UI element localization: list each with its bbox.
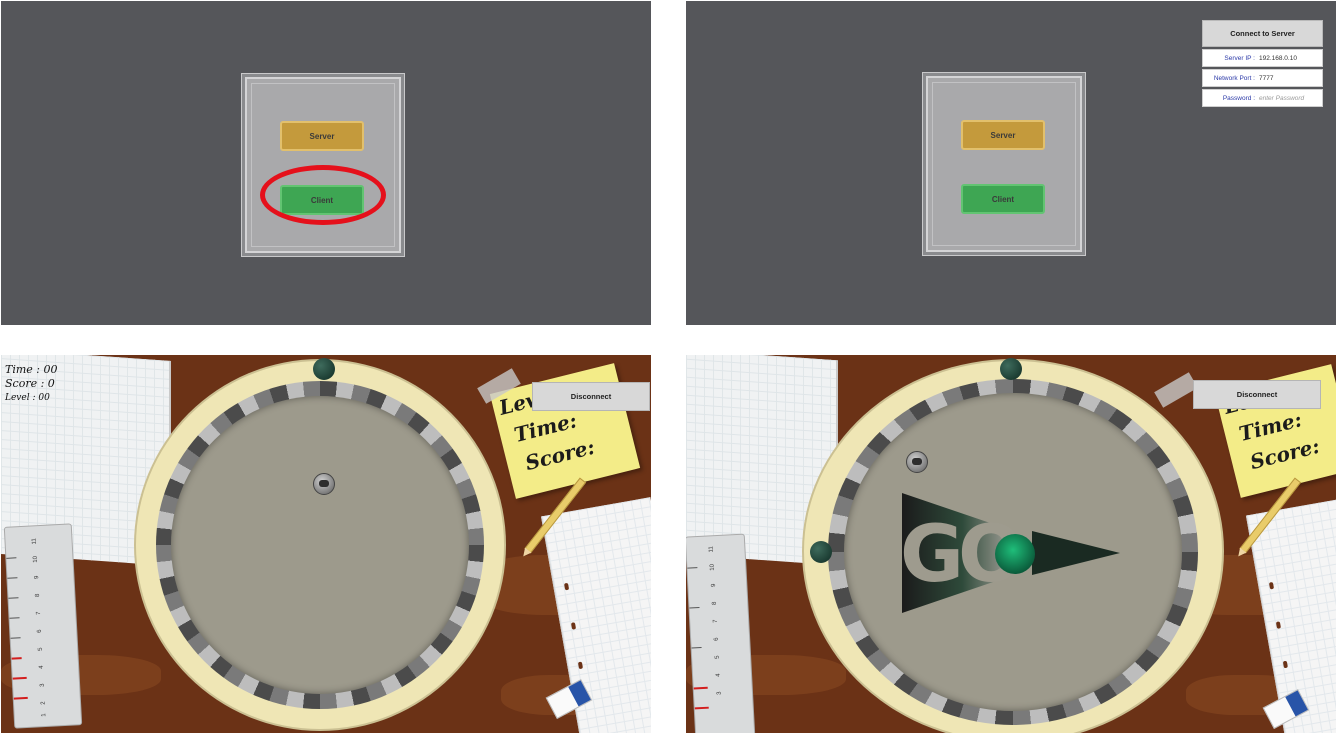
network-port-label: Network Port : <box>1213 74 1255 82</box>
hud: Time : 00 Score : 0 Level : 00 <box>5 363 58 405</box>
panel-main-menu: Server Client <box>1 1 651 325</box>
ruler-number: 10 <box>709 563 716 571</box>
ruler-number: 9 <box>34 575 41 580</box>
ruler-number: 8 <box>34 593 42 598</box>
ruler-number: 3 <box>39 683 46 687</box>
ruler-number: 2 <box>40 701 47 705</box>
hud-level: Level : 00 <box>5 393 50 403</box>
server-ip-row: Server IP : 192.168.0.10 <box>1202 49 1323 67</box>
ruler-number: 3 <box>716 691 723 695</box>
opponent-ball[interactable] <box>810 541 832 563</box>
board-inner-surface <box>171 396 469 694</box>
ruler: 11 10 9 8 7 6 5 4 3 <box>686 533 756 733</box>
player-ball[interactable] <box>1000 358 1022 380</box>
ruler-number: 10 <box>32 555 40 563</box>
ruler-number: 7 <box>712 619 719 624</box>
ruler-number: 6 <box>36 629 44 633</box>
server-button[interactable]: Server <box>961 120 1045 150</box>
server-ip-label: Server IP : <box>1224 54 1255 62</box>
player-ball[interactable] <box>313 358 335 380</box>
client-highlight-ring <box>260 165 386 225</box>
hud-time: Time : 00 <box>5 363 58 376</box>
ruler-number: 11 <box>31 538 38 545</box>
game-token[interactable] <box>906 451 928 473</box>
ruler-number: 6 <box>713 637 720 641</box>
ruler-number: 5 <box>714 655 721 659</box>
password-row: Password : enter Password <box>1202 89 1323 107</box>
ruler-number: 8 <box>711 601 719 606</box>
connect-to-server-button[interactable]: Connect to Server <box>1202 20 1323 47</box>
center-token[interactable] <box>313 473 335 495</box>
ruler-number: 9 <box>710 583 718 588</box>
ruler: 11 10 9 8 7 6 5 4 3 2 1 <box>3 523 83 729</box>
server-button[interactable]: Server <box>280 121 364 151</box>
ruler-number: 4 <box>715 673 722 677</box>
password-input[interactable]: enter Password <box>1259 95 1304 102</box>
connect-form: Connect to Server Server IP : 192.168.0.… <box>1202 20 1323 107</box>
menu-card: Server Client <box>926 76 1082 252</box>
server-ip-input[interactable]: 192.168.0.10 <box>1259 55 1297 62</box>
ruler-number: 11 <box>708 546 715 553</box>
network-port-input[interactable]: 7777 <box>1259 75 1273 82</box>
ruler-number: 4 <box>38 665 45 669</box>
password-label: Password : <box>1222 94 1255 102</box>
network-port-row: Network Port : 7777 <box>1202 69 1323 87</box>
ruler-number: 7 <box>35 611 43 616</box>
panel-connect-menu: Server Client Connect to Server Server I… <box>686 1 1336 325</box>
ruler-number: 1 <box>41 713 48 717</box>
panel-game-go: 11 10 9 8 7 6 5 4 3 Level Time: Score: <box>686 355 1336 733</box>
panel-game-board: Time : 00 Score : 0 Level : 00 11 10 9 8… <box>1 355 651 733</box>
disconnect-button[interactable]: Disconnect <box>532 382 650 411</box>
client-button[interactable]: Client <box>961 184 1045 214</box>
ruler-number: 5 <box>37 647 44 651</box>
go-logo: GO <box>902 493 1120 613</box>
disconnect-button[interactable]: Disconnect <box>1193 380 1321 409</box>
hud-score: Score : 0 <box>5 377 55 390</box>
